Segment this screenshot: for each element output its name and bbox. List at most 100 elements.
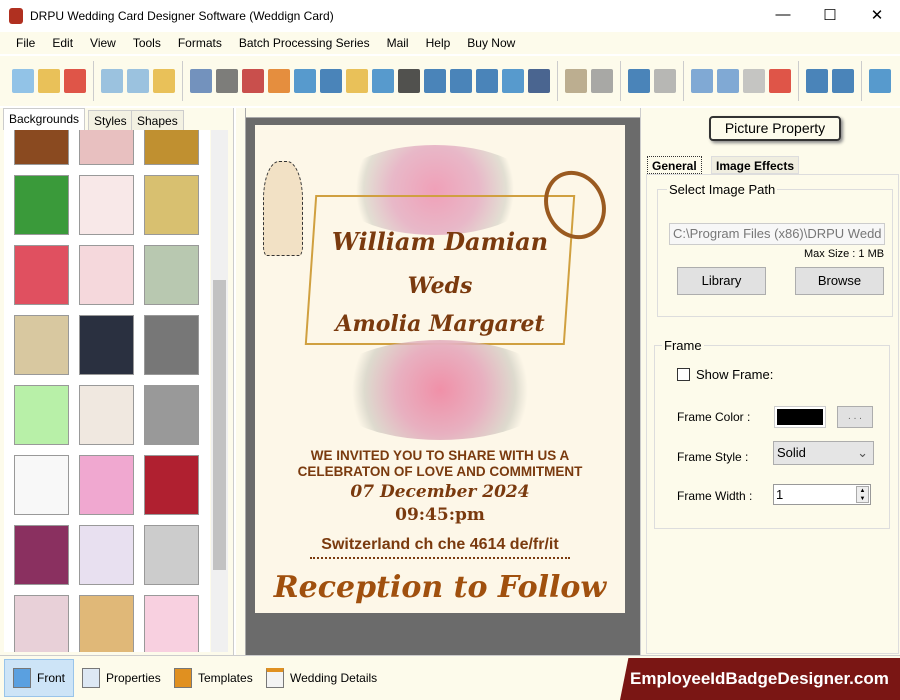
menu-file[interactable]: File xyxy=(16,36,35,50)
close-icon[interactable] xyxy=(64,69,86,93)
background-thumbnail[interactable] xyxy=(144,315,199,375)
database-icon[interactable] xyxy=(565,69,587,93)
tab-backgrounds[interactable]: Backgrounds xyxy=(3,108,86,130)
menu-buy-now[interactable]: Buy Now xyxy=(467,36,515,50)
paste-icon[interactable] xyxy=(743,69,765,93)
background-thumbnail[interactable] xyxy=(144,245,199,305)
tab-wedding-details[interactable]: Wedding Details xyxy=(258,659,385,697)
tab-styles[interactable]: Styles xyxy=(88,110,133,130)
background-thumbnail[interactable] xyxy=(14,245,69,305)
background-thumbnail[interactable] xyxy=(79,385,134,445)
frame-style-select[interactable]: Solid ⌄ xyxy=(773,441,874,465)
tab-image-effects[interactable]: Image Effects xyxy=(711,156,800,174)
browse-button[interactable]: Browse xyxy=(795,267,884,295)
menu-help[interactable]: Help xyxy=(426,36,451,50)
gift-icon[interactable] xyxy=(268,69,290,93)
background-thumbnail[interactable] xyxy=(144,130,199,165)
delete-icon[interactable] xyxy=(769,69,791,93)
bring-front-icon[interactable] xyxy=(806,69,828,93)
signature-icon[interactable] xyxy=(476,69,498,93)
background-thumbnail[interactable] xyxy=(79,130,134,165)
background-thumbnail[interactable] xyxy=(144,175,199,235)
wedding-card[interactable]: William Damian Weds Amolia Margaret WE I… xyxy=(255,125,625,613)
venue-text[interactable]: Switzerland ch che 4614 de/fr/it xyxy=(310,536,570,559)
cut-icon[interactable] xyxy=(691,69,713,93)
minimize-button[interactable]: — xyxy=(773,6,793,23)
show-frame-checkbox[interactable] xyxy=(677,368,690,381)
shapes-icon[interactable] xyxy=(346,69,368,93)
stepper-arrows-icon[interactable]: ▲ ▼ xyxy=(856,486,869,503)
background-thumbnail[interactable] xyxy=(144,525,199,585)
menu-edit[interactable]: Edit xyxy=(52,36,73,50)
background-thumbnail[interactable] xyxy=(14,175,69,235)
menu-mail[interactable]: Mail xyxy=(387,36,409,50)
grid-icon[interactable] xyxy=(869,69,891,93)
pen-icon[interactable] xyxy=(320,69,342,93)
background-thumbnail[interactable] xyxy=(14,525,69,585)
page-icon[interactable] xyxy=(190,69,212,93)
background-thumbnail[interactable] xyxy=(79,315,134,375)
word-art-icon[interactable] xyxy=(450,69,472,93)
text-icon[interactable] xyxy=(424,69,446,93)
menu-view[interactable]: View xyxy=(90,36,116,50)
weds-text[interactable]: Weds xyxy=(255,273,625,299)
reception-text[interactable]: Reception to Follow xyxy=(255,570,625,605)
background-thumbnail[interactable] xyxy=(144,455,199,515)
brand-banner[interactable]: EmployeeIdBadgeDesigner.com xyxy=(620,658,900,700)
print-icon[interactable] xyxy=(216,69,238,93)
background-thumbnail[interactable] xyxy=(14,315,69,375)
send-back-icon[interactable] xyxy=(832,69,854,93)
redo-icon[interactable] xyxy=(654,69,676,93)
scrollbar-thumb[interactable] xyxy=(213,280,226,570)
background-thumbnail[interactable] xyxy=(14,595,69,652)
library-button[interactable]: Library xyxy=(677,267,766,295)
thumbnails-scrollbar[interactable] xyxy=(211,130,228,652)
menu-batch-processing[interactable]: Batch Processing Series xyxy=(239,36,370,50)
bride-name[interactable]: Amolia Margaret xyxy=(255,311,625,337)
tab-properties-label: Properties xyxy=(106,671,161,685)
image-path-input[interactable]: C:\Program Files (x86)\DRPU Wedd xyxy=(669,223,885,245)
background-thumbnail[interactable] xyxy=(79,245,134,305)
save-icon[interactable] xyxy=(101,69,123,93)
new-icon[interactable] xyxy=(12,69,34,93)
menu-tools[interactable]: Tools xyxy=(133,36,161,50)
background-thumbnail[interactable] xyxy=(14,455,69,515)
save-as-icon[interactable] xyxy=(127,69,149,93)
watermark-icon[interactable] xyxy=(372,69,394,93)
background-thumbnail[interactable] xyxy=(79,595,134,652)
database2-icon[interactable] xyxy=(591,69,613,93)
line-icon[interactable] xyxy=(528,69,550,93)
insert-image-icon[interactable] xyxy=(294,69,316,93)
background-thumbnail[interactable] xyxy=(79,455,134,515)
tab-shapes[interactable]: Shapes xyxy=(131,110,184,130)
barcode-icon[interactable] xyxy=(398,69,420,93)
close-button[interactable]: ✕ xyxy=(867,6,887,24)
tab-properties[interactable]: Properties xyxy=(74,659,169,697)
copy-pages-icon[interactable] xyxy=(242,69,264,93)
menu-formats[interactable]: Formats xyxy=(178,36,222,50)
templates-icon xyxy=(174,668,192,688)
frame-color-swatch[interactable] xyxy=(774,406,826,428)
export-icon[interactable] xyxy=(153,69,175,93)
groom-name[interactable]: William Damian xyxy=(255,227,625,256)
open-icon[interactable] xyxy=(38,69,60,93)
tab-templates[interactable]: Templates xyxy=(166,659,261,697)
background-thumbnail[interactable] xyxy=(79,525,134,585)
background-thumbnail[interactable] xyxy=(14,385,69,445)
background-thumbnail[interactable] xyxy=(144,385,199,445)
maximize-button[interactable]: ☐ xyxy=(820,6,840,24)
invite-line-2[interactable]: CELEBRATON OF LOVE AND COMMITMENT xyxy=(255,464,625,479)
mail-icon[interactable] xyxy=(502,69,524,93)
tab-front[interactable]: Front xyxy=(4,659,75,697)
background-thumbnail[interactable] xyxy=(144,595,199,652)
undo-icon[interactable] xyxy=(628,69,650,93)
tab-general[interactable]: General xyxy=(647,156,702,174)
background-thumbnail[interactable] xyxy=(14,130,69,165)
invite-line-1[interactable]: WE INVITED YOU TO SHARE WITH US A xyxy=(255,448,625,463)
background-thumbnail[interactable] xyxy=(79,175,134,235)
frame-width-stepper[interactable]: 1 ▲ ▼ xyxy=(773,484,871,505)
event-time[interactable]: 09:45:pm xyxy=(255,505,625,525)
frame-color-picker-button[interactable]: . . . xyxy=(837,406,873,428)
event-date[interactable]: 07 December 2024 xyxy=(255,482,625,502)
copy-icon[interactable] xyxy=(717,69,739,93)
